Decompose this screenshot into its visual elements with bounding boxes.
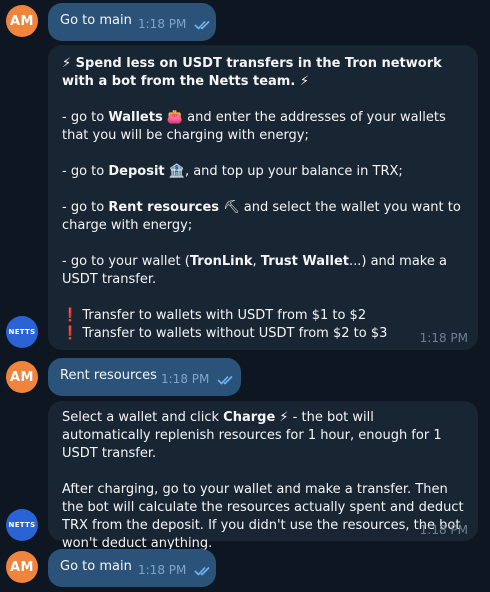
bank-icon: 🏦 [168,164,185,179]
step-text: - go to [62,164,109,179]
user-avatar[interactable]: AM [6,551,38,583]
user-avatar[interactable]: AM [6,361,38,393]
separator: , [252,254,261,269]
outgoing-message-bubble[interactable]: Go to main 1:18 PM [48,549,216,587]
lightning-icon: ⚡ [299,74,309,89]
deposit-link: Deposit [108,164,165,179]
double-check-icon [194,566,210,576]
warning-text: Transfer to wallets with USDT from $1 to… [82,308,367,323]
step-text: - go to your wallet ( [62,254,190,269]
message-body: Select a wallet and click Charge ⚡ - the… [62,409,466,553]
bot-avatar[interactable]: NETTS [6,316,38,348]
purse-icon: 👛 [166,110,184,125]
message-text: Select a wallet and click [62,410,224,425]
message-time: 1:18 PM [161,372,210,386]
pickaxe-icon: ⛏ [223,200,240,215]
message-body: ⚡ Spend less on USDT transfers in the Tr… [62,55,466,343]
incoming-message-bubble[interactable]: ⚡ Spend less on USDT transfers in the Tr… [48,45,478,350]
user-avatar[interactable]: AM [6,5,38,37]
exclamation-icon: ❗ [62,308,79,323]
bot-avatar[interactable]: NETTS [6,509,38,541]
message-text: After charging, go to your wallet and ma… [62,482,464,551]
double-check-icon [194,20,210,30]
lightning-icon: ⚡ [279,410,289,425]
trust-wallet-label: Trust Wallet [260,254,349,269]
message-time: 1:18 PM [419,331,468,345]
message-text: Rent resources [60,368,157,383]
lightning-icon: ⚡ [62,56,72,71]
warning-text: Transfer to wallets without USDT from $2… [82,326,388,341]
message-time: 1:18 PM [419,523,468,537]
message-text: Go to main [60,559,132,574]
tronlink-label: TronLink [189,254,253,269]
charge-label: Charge [223,410,276,425]
rent-resources-link: Rent resources [108,200,220,215]
message-title: Spend less on USDT transfers in the Tron… [62,56,442,89]
outgoing-message-bubble[interactable]: Go to main 1:18 PM [48,3,216,41]
message-text: Go to main [60,13,132,28]
step-text: - go to [62,110,109,125]
wallets-link: Wallets [108,110,163,125]
exclamation-icon: ❗ [62,326,79,341]
outgoing-message-bubble[interactable]: Rent resources 1:18 PM [48,358,241,396]
incoming-message-bubble[interactable]: Select a wallet and click Charge ⚡ - the… [48,401,478,551]
step-text: - go to [62,200,109,215]
double-check-icon [217,375,233,385]
message-time: 1:18 PM [138,17,187,31]
step-text: , and top up your balance in TRX; [184,164,403,179]
message-time: 1:18 PM [138,563,187,577]
